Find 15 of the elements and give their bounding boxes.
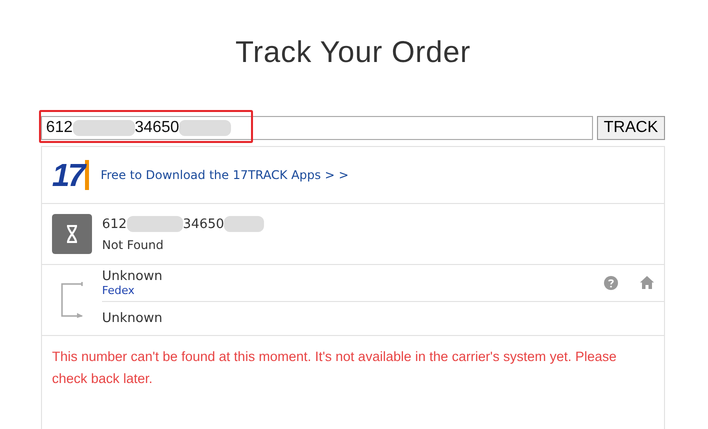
- status-text: Not Found: [102, 238, 164, 252]
- route-bracket-icon: [60, 280, 84, 320]
- download-apps-link[interactable]: Free to Download the 17TRACK Apps > >: [100, 168, 349, 182]
- carrier-name: Fedex: [102, 284, 136, 297]
- track-button[interactable]: TRACK: [596, 116, 665, 140]
- page-title: Track Your Order: [234, 36, 472, 70]
- error-message: This number can't be found at this moment. It's not available in the carrier's system yet. Please check back later.: [51, 348, 618, 388]
- destination-text: Unknown: [102, 311, 162, 326]
- tracking-number-field[interactable]: 612 34650: [41, 116, 593, 140]
- tracking-number: 612 34650: [102, 216, 264, 232]
- home-icon[interactable]: [640, 276, 654, 289]
- help-icon[interactable]: [604, 276, 618, 290]
- origin-text: Unknown: [102, 269, 164, 284]
- app-logo: 17: [52, 160, 89, 190]
- hourglass-icon: [52, 214, 92, 254]
